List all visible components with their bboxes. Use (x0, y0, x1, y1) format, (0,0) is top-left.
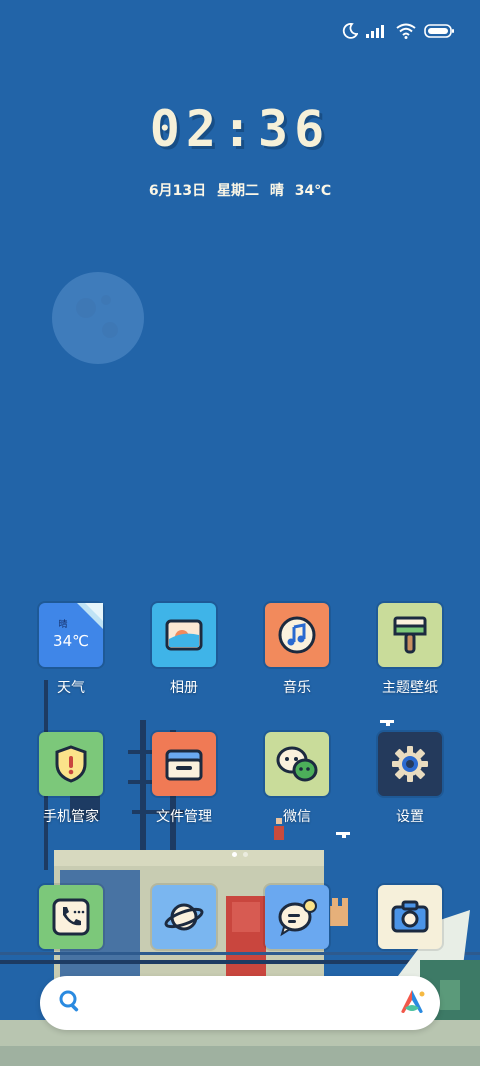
page-indicator (0, 852, 480, 857)
moon-dnd-icon (342, 23, 358, 39)
paint-brush-icon (378, 603, 442, 667)
shield-icon (39, 732, 103, 796)
signal-icon (366, 24, 388, 38)
wifi-icon (396, 23, 416, 39)
camera-icon (378, 885, 442, 949)
message-icon (265, 885, 329, 949)
weather-corner-decor (77, 603, 103, 629)
search-bar[interactable] (40, 976, 440, 1030)
app-file-manager[interactable]: 文件管理 (134, 732, 234, 826)
app-wechat[interactable]: 微信 (247, 732, 347, 826)
app-label: 文件管理 (156, 809, 212, 825)
planet-icon (152, 885, 216, 949)
weather-icon: 晴 34℃ (39, 603, 103, 667)
ai-assistant-icon[interactable] (398, 988, 426, 1018)
dock-camera[interactable] (360, 885, 460, 949)
weather-condition: 晴 (58, 619, 68, 630)
page-dot-active[interactable] (232, 852, 237, 857)
app-label: 设置 (396, 809, 424, 825)
app-music[interactable]: 音乐 (247, 603, 347, 697)
clock-time: 02:36 (149, 100, 331, 158)
app-gallery[interactable]: 相册 (134, 603, 234, 697)
app-label: 手机管家 (43, 809, 99, 825)
gear-icon (378, 732, 442, 796)
dock-phone[interactable] (21, 885, 121, 949)
app-label: 音乐 (283, 680, 311, 696)
app-label: 微信 (283, 809, 311, 825)
moon-wallpaper (52, 272, 144, 364)
page-dot[interactable] (243, 852, 248, 857)
app-security[interactable]: 手机管家 (21, 732, 121, 826)
date-weather-line: 6月13日 星期二 晴 34℃ (148, 183, 332, 199)
app-label: 天气 (57, 680, 85, 696)
battery-icon (424, 24, 454, 38)
app-label: 主题壁纸 (382, 680, 438, 696)
app-themes[interactable]: 主题壁纸 (360, 603, 460, 697)
photo-icon (152, 603, 216, 667)
phone-icon (39, 885, 103, 949)
app-settings[interactable]: 设置 (360, 732, 460, 826)
dock-messages[interactable] (247, 885, 347, 949)
search-input[interactable] (82, 983, 398, 1023)
status-bar (0, 0, 480, 62)
music-note-icon (265, 603, 329, 667)
app-label: 相册 (170, 680, 198, 696)
search-icon[interactable] (58, 989, 82, 1017)
weather-temperature: 34℃ (53, 631, 89, 650)
app-weather[interactable]: 晴 34℃ 天气 (21, 603, 121, 697)
chat-bubbles-icon (265, 732, 329, 796)
folder-icon (152, 732, 216, 796)
dock-browser[interactable] (134, 885, 234, 949)
